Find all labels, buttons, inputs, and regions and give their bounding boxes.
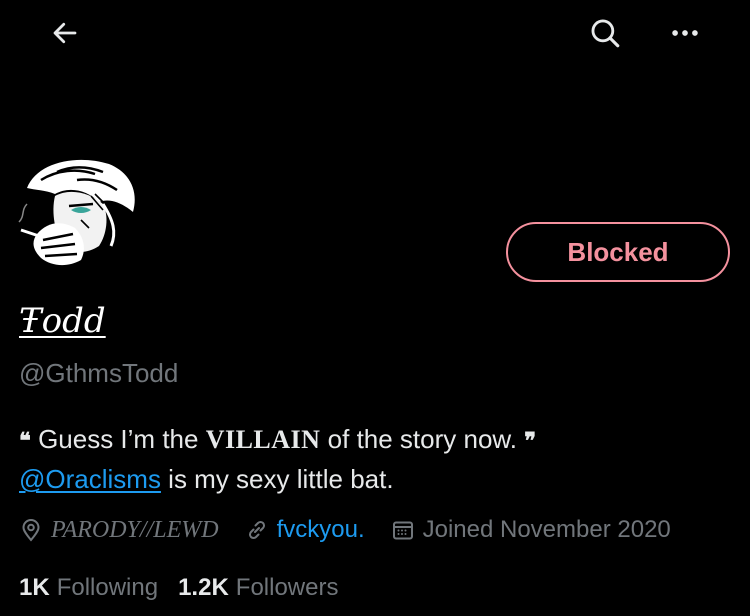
following-count: 1K bbox=[19, 574, 50, 601]
close-quote-icon: ❞ bbox=[524, 428, 537, 454]
search-icon bbox=[591, 19, 620, 48]
meta-location: PARODY//LEWD bbox=[19, 517, 219, 544]
display-name: Ŧodd bbox=[19, 301, 106, 341]
link-icon bbox=[248, 520, 265, 540]
meta-joined: Joined November 2020 bbox=[391, 516, 671, 544]
following-link[interactable]: 1K Following bbox=[19, 574, 158, 602]
avatar-illustration bbox=[17, 150, 141, 274]
bio-emphasis: VILLAIN bbox=[205, 425, 321, 454]
following-label: Following bbox=[56, 574, 159, 601]
profile-handle: @GthmsTodd bbox=[19, 358, 179, 388]
follow-counts: 1K Following 1.2K Followers bbox=[19, 570, 358, 606]
search-button[interactable] bbox=[583, 11, 627, 55]
location-pin-icon bbox=[22, 519, 40, 542]
more-horizontal-icon bbox=[672, 30, 698, 36]
back-button[interactable] bbox=[43, 11, 87, 55]
more-options-button[interactable] bbox=[663, 11, 707, 55]
arrow-left-icon bbox=[53, 22, 77, 44]
meta-website[interactable]: fvckyou. bbox=[245, 516, 365, 544]
location-text: PARODY//LEWD bbox=[51, 516, 219, 543]
bio-mention-link[interactable]: @Oraclisms bbox=[19, 464, 161, 494]
bio-text-before: Guess I’m the bbox=[30, 424, 206, 454]
open-quote-icon: ❝ bbox=[19, 428, 31, 454]
followers-label: Followers bbox=[235, 574, 339, 601]
joined-text: Joined November 2020 bbox=[422, 516, 671, 543]
bio-line-1: ❝ Guess I’m the VILLAIN of the story now… bbox=[19, 420, 731, 460]
top-bar bbox=[0, 0, 750, 70]
profile-bio: ❝ Guess I’m the VILLAIN of the story now… bbox=[19, 420, 731, 498]
bio-line2-rest: is my sexy little bat. bbox=[160, 464, 394, 494]
avatar[interactable] bbox=[17, 150, 141, 274]
bio-line-2: @Oraclisms is my sexy little bat. bbox=[19, 460, 731, 498]
blocked-button[interactable]: Blocked bbox=[506, 222, 730, 282]
website-link[interactable]: fvckyou. bbox=[277, 516, 365, 544]
profile-meta: PARODY//LEWD fvckyou. Joined November 20… bbox=[19, 511, 697, 549]
followers-link[interactable]: 1.2K Followers bbox=[178, 574, 338, 602]
bio-text-after: of the story now. bbox=[320, 424, 525, 454]
followers-count: 1.2K bbox=[178, 574, 229, 601]
calendar-icon bbox=[392, 521, 413, 540]
